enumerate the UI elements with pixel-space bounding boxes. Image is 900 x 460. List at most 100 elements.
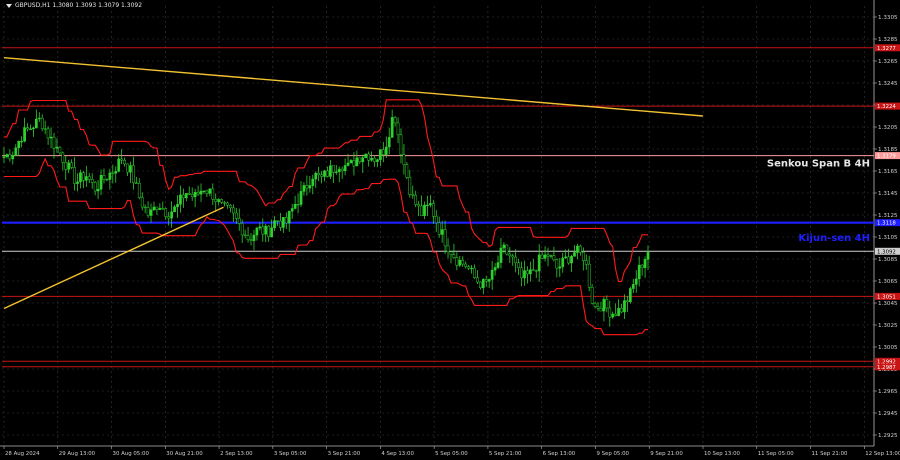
candle-body xyxy=(379,149,382,160)
candle-body xyxy=(461,259,465,265)
candle-body xyxy=(452,254,456,258)
candle-body xyxy=(29,128,32,130)
candle-body xyxy=(146,207,150,216)
candle-body xyxy=(205,190,209,194)
time-tick-label: 6 Sep 13:00 xyxy=(543,451,576,457)
candle-body xyxy=(152,206,156,211)
candle-body xyxy=(223,202,226,204)
candle-body xyxy=(84,176,88,181)
price-tick-label: 1.3125 xyxy=(878,213,898,219)
candle-body xyxy=(420,205,423,216)
candle-body xyxy=(499,247,503,263)
price-tick-label: 1.2945 xyxy=(878,411,898,417)
candle-body xyxy=(384,146,388,155)
candle-body xyxy=(596,306,600,309)
price-tick-label: 1.3145 xyxy=(878,191,898,197)
candle-body xyxy=(76,181,79,184)
candle-body xyxy=(337,168,341,173)
candle-body xyxy=(58,146,62,154)
candle-body xyxy=(393,117,397,124)
price-tick-label: 1.2925 xyxy=(878,433,898,439)
price-chart[interactable]: 1.33051.32851.32651.32451.32251.32051.31… xyxy=(0,0,900,460)
candle-body xyxy=(552,255,556,261)
candle-body xyxy=(573,252,576,257)
time-tick-label: 2 Sep 13:00 xyxy=(220,451,253,457)
candle-body xyxy=(361,157,365,163)
candle-body xyxy=(167,216,171,219)
candle-body xyxy=(464,263,468,267)
candle-body xyxy=(217,199,221,202)
candle-body xyxy=(32,127,35,130)
candle-body xyxy=(134,182,138,184)
candle-body xyxy=(155,206,159,210)
candle-body xyxy=(329,165,332,177)
price-tick-label: 1.3005 xyxy=(878,345,898,351)
candle-body xyxy=(587,263,591,288)
candle-body xyxy=(340,168,344,172)
candle-body xyxy=(37,117,41,120)
candle-body xyxy=(240,223,244,236)
candle-body xyxy=(614,313,618,316)
candle-body xyxy=(317,172,320,175)
time-tick-label: 9 Sep 05:00 xyxy=(596,451,629,457)
candle-body xyxy=(399,134,403,155)
candle-body xyxy=(376,159,379,162)
candle-body xyxy=(176,204,179,208)
candle-body xyxy=(534,270,538,272)
candle-body xyxy=(258,226,262,229)
candle-body xyxy=(190,194,194,198)
candle-body xyxy=(232,207,235,214)
candle-body xyxy=(620,308,623,313)
candle-body xyxy=(182,194,185,199)
candle-body xyxy=(179,194,182,205)
candle-body xyxy=(490,269,494,280)
candle-body xyxy=(511,255,515,258)
candle-body xyxy=(102,175,106,180)
time-tick-label: 5 Sep 21:00 xyxy=(489,451,522,457)
candle-body xyxy=(402,154,406,165)
level-label: 1.3277 xyxy=(877,46,896,52)
candle-body xyxy=(637,264,641,280)
candle-body xyxy=(484,279,488,282)
candle-body xyxy=(161,208,165,210)
candle-body xyxy=(543,254,547,259)
candle-body xyxy=(137,182,141,198)
candle-body xyxy=(358,157,362,163)
candle-body xyxy=(508,253,512,257)
candle-body xyxy=(23,127,26,142)
dropdown-arrow-icon[interactable] xyxy=(6,3,12,8)
chart-annotation: Kijun-sen 4H xyxy=(798,233,870,244)
candle-body xyxy=(73,167,76,184)
candle-body xyxy=(314,172,318,180)
candle-body xyxy=(396,122,400,136)
candle-body xyxy=(617,308,620,316)
level-label: 1.2987 xyxy=(877,365,896,371)
candle-body xyxy=(67,162,71,170)
candle-body xyxy=(311,178,315,186)
candle-body xyxy=(626,300,629,302)
candle-body xyxy=(323,170,326,177)
candle-body xyxy=(173,206,176,213)
time-tick-label: 11 Sep 21:00 xyxy=(812,451,849,457)
candle-body xyxy=(346,162,350,166)
level-label: 1.3051 xyxy=(877,294,896,300)
candle-body xyxy=(570,256,573,264)
price-tick-label: 1.3105 xyxy=(878,235,898,241)
candle-body xyxy=(470,267,473,270)
candle-body xyxy=(611,313,615,318)
candle-body xyxy=(164,208,168,217)
candle-body xyxy=(373,157,376,162)
candle-body xyxy=(381,149,385,155)
candle-body xyxy=(199,190,203,195)
candle-body xyxy=(555,259,559,269)
candle-body xyxy=(455,257,459,266)
candle-body xyxy=(467,266,470,269)
candle-body xyxy=(34,118,38,129)
candle-body xyxy=(431,203,435,217)
candle-body xyxy=(540,254,544,259)
candle-body xyxy=(332,165,335,173)
candle-body xyxy=(40,117,44,129)
candle-body xyxy=(193,191,197,198)
candle-body xyxy=(52,136,56,149)
level-label: 1.3092 xyxy=(877,249,896,255)
